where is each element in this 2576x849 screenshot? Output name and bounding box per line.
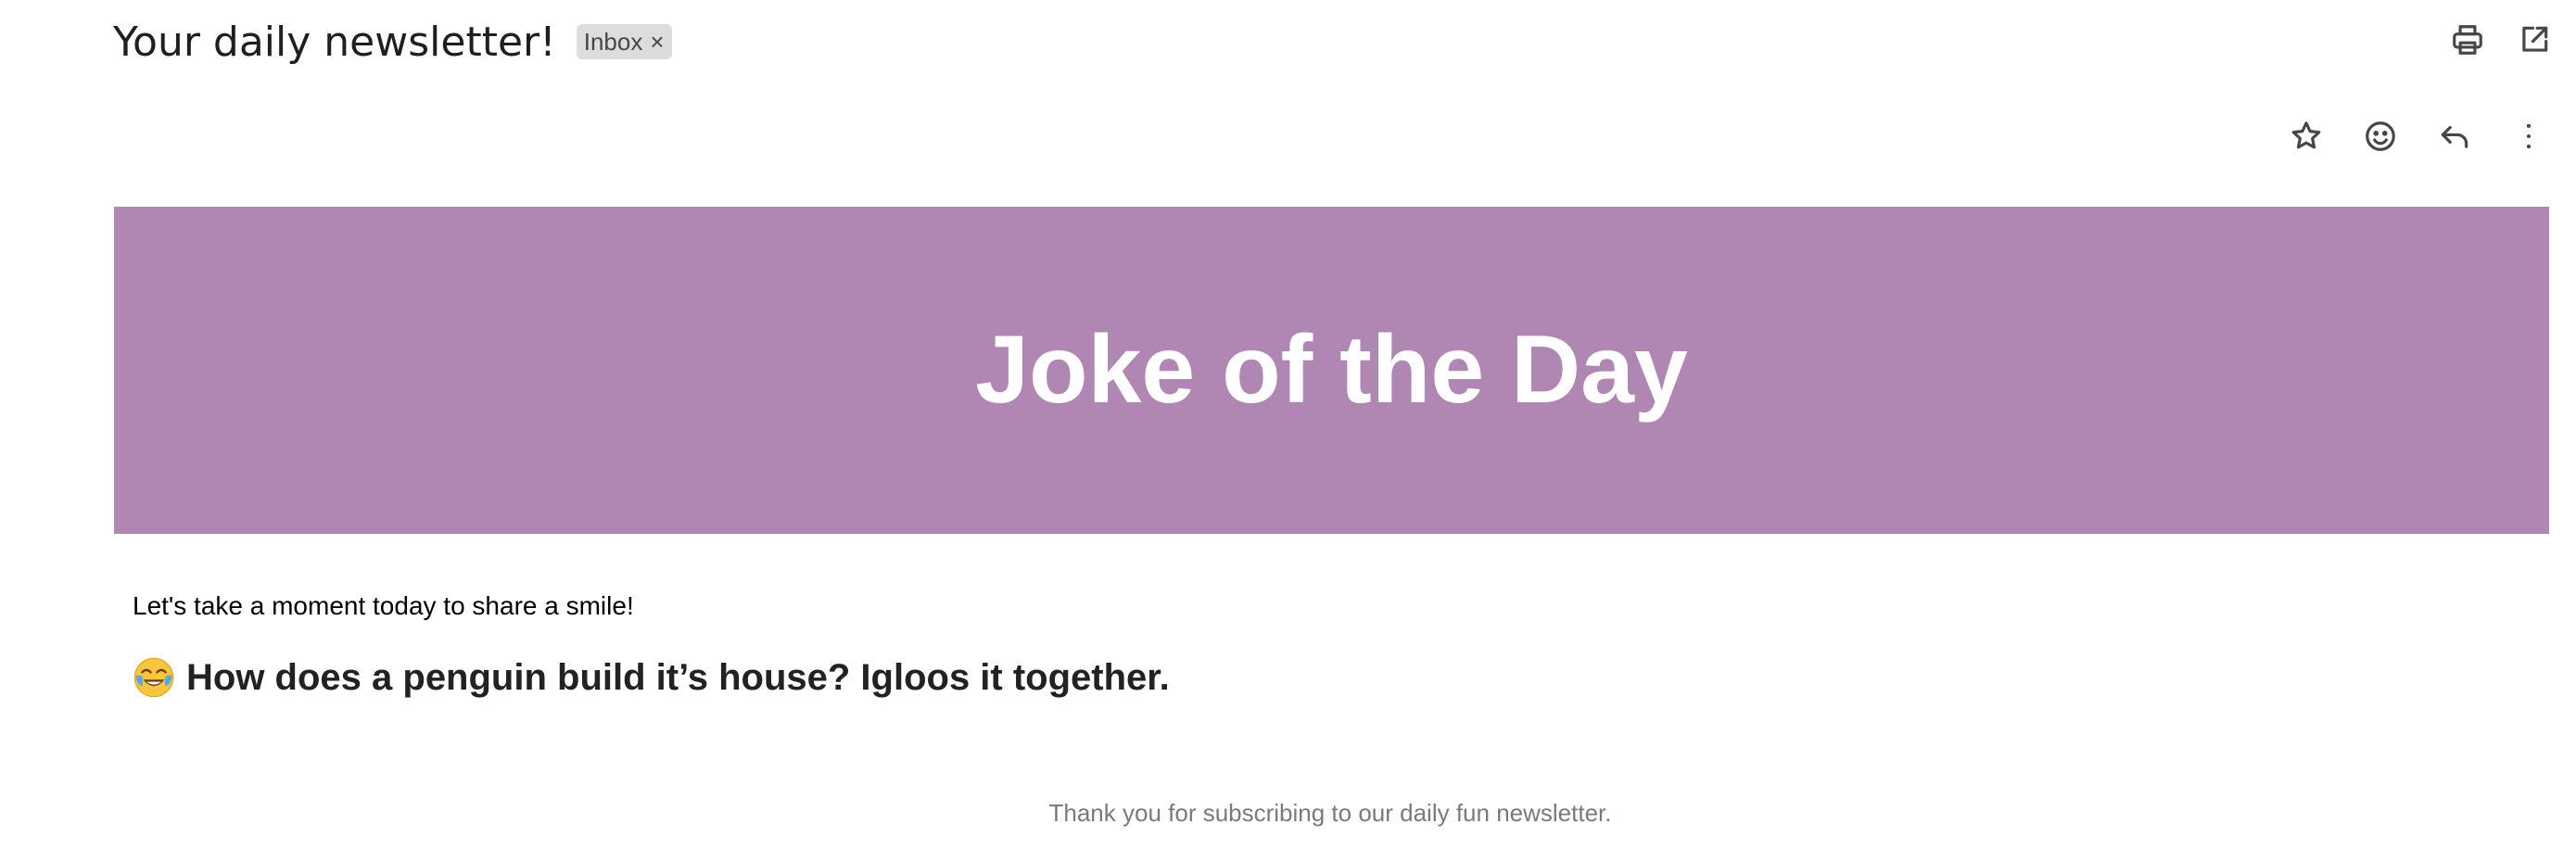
subscription-footer: Thank you for subscribing to our daily f… <box>1048 799 1612 827</box>
star-icon <box>2291 121 2321 149</box>
print-icon <box>2453 25 2482 55</box>
print-button[interactable] <box>2443 16 2492 64</box>
more-options-button[interactable] <box>2505 112 2553 160</box>
intro-text: Let's take a moment today to share a smi… <box>133 591 634 620</box>
remove-label-button[interactable]: × <box>650 30 664 54</box>
inbox-label-text: Inbox <box>583 27 643 56</box>
more-options-icon <box>2526 123 2532 149</box>
joke-text: How does a penguin build it’s house? Igl… <box>186 656 1170 698</box>
reply-button[interactable] <box>2430 112 2479 160</box>
open-in-new-window-icon <box>2522 26 2548 52</box>
emoji-reaction-button[interactable] <box>2356 112 2405 160</box>
newsletter-banner: Joke of the Day <box>114 207 2549 534</box>
email-header: Your daily newsletter! Inbox × <box>113 11 672 72</box>
face-with-tears-of-joy-icon <box>133 657 174 698</box>
emoji-reaction-icon <box>2366 121 2395 151</box>
open-in-new-window-button[interactable] <box>2510 16 2558 64</box>
email-subject: Your daily newsletter! <box>113 18 556 66</box>
banner-title: Joke of the Day <box>975 316 1688 424</box>
reply-icon <box>2441 125 2468 148</box>
joke-line: How does a penguin build it’s house? Igl… <box>133 656 1170 699</box>
star-button[interactable] <box>2282 112 2330 160</box>
inbox-label-chip[interactable]: Inbox × <box>576 24 672 59</box>
